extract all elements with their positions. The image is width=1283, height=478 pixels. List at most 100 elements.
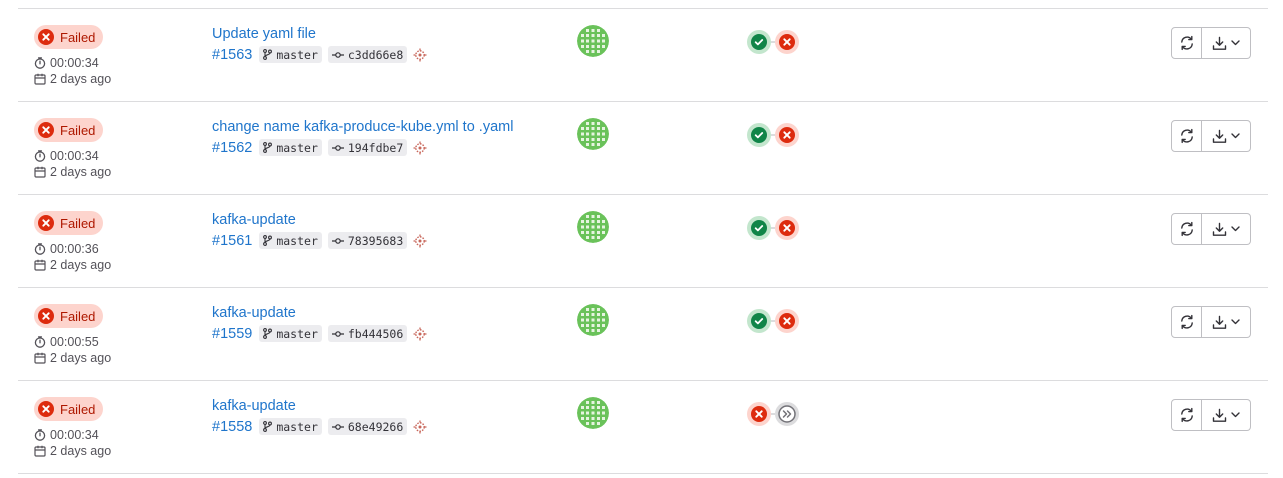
- avatar[interactable]: [577, 304, 609, 336]
- pipeline-stages: [747, 123, 799, 147]
- stage-success[interactable]: [747, 30, 771, 54]
- status-failed-icon: [779, 127, 795, 143]
- finished-at: 2 days ago: [34, 164, 184, 180]
- branch-tag[interactable]: master: [259, 46, 322, 63]
- commit-title-link[interactable]: change name kafka-produce-kube.yml to .y…: [212, 118, 513, 136]
- status-skipped-icon: [778, 405, 796, 423]
- finished-text: 2 days ago: [50, 444, 112, 458]
- download-artifacts-dropdown[interactable]: [1202, 120, 1251, 152]
- commit-title-link[interactable]: Update yaml file: [212, 25, 427, 43]
- avatar[interactable]: [577, 397, 609, 429]
- commit-sha: fb444506: [347, 326, 404, 341]
- stage-success[interactable]: [747, 309, 771, 333]
- commit-title-link[interactable]: kafka-update: [212, 211, 427, 229]
- commit-sha: c3dd66e8: [347, 47, 404, 62]
- pipeline-info: kafka-update #1561 master 78395683: [212, 211, 427, 249]
- duration-text: 00:00:55: [50, 335, 99, 349]
- status-failed-icon: [38, 401, 54, 417]
- row-actions: [1171, 306, 1251, 338]
- status-success-icon: [751, 220, 767, 236]
- trigger-icon[interactable]: [413, 234, 427, 248]
- status-failed-icon: [779, 220, 795, 236]
- status-failed-icon: [38, 308, 54, 324]
- trigger-icon[interactable]: [413, 48, 427, 62]
- stage-failed[interactable]: [775, 30, 799, 54]
- calendar-icon: [34, 445, 46, 457]
- status-badge[interactable]: Failed: [34, 304, 104, 328]
- triggerer-cell: [577, 25, 609, 62]
- download-icon: [1212, 315, 1227, 329]
- duration-text: 00:00:34: [50, 149, 99, 163]
- pipeline-id-link[interactable]: #1559: [212, 326, 252, 342]
- commit-sha-tag[interactable]: 78395683: [327, 232, 408, 249]
- trigger-icon[interactable]: [413, 420, 427, 434]
- stage-skipped[interactable]: [775, 402, 799, 426]
- status-failed-icon: [38, 215, 54, 231]
- retry-button[interactable]: [1171, 399, 1202, 431]
- commit-sha-tag[interactable]: 68e49266: [327, 418, 408, 435]
- duration: 00:00:34: [34, 55, 184, 71]
- retry-button[interactable]: [1171, 213, 1202, 245]
- avatar[interactable]: [577, 25, 609, 57]
- row-actions: [1171, 120, 1251, 152]
- download-artifacts-dropdown[interactable]: [1202, 213, 1251, 245]
- trigger-icon[interactable]: [413, 327, 427, 341]
- branch-tag[interactable]: master: [259, 418, 322, 435]
- download-artifacts-dropdown[interactable]: [1202, 306, 1251, 338]
- stage-failed[interactable]: [775, 309, 799, 333]
- commit-title-link[interactable]: kafka-update: [212, 397, 427, 415]
- duration: 00:00:34: [34, 427, 184, 443]
- pipeline-row: Failed 00:00:55 2 days ago kafka-update …: [18, 288, 1268, 381]
- commit-sha-tag[interactable]: fb444506: [327, 325, 408, 342]
- stage-failed[interactable]: [775, 216, 799, 240]
- pipeline-id-link[interactable]: #1558: [212, 419, 252, 435]
- commit-sha-tag[interactable]: 194fdbe7: [327, 139, 408, 156]
- stage-success[interactable]: [747, 216, 771, 240]
- status-cell: Failed 00:00:34 2 days ago: [34, 118, 184, 180]
- commit-icon: [331, 237, 344, 244]
- download-icon: [1212, 222, 1227, 236]
- calendar-icon: [34, 166, 46, 178]
- pipeline-info: Update yaml file #1563 master c3dd66e8: [212, 25, 427, 63]
- status-badge[interactable]: Failed: [34, 118, 104, 142]
- triggerer-cell: [577, 118, 609, 155]
- branch-tag[interactable]: master: [259, 325, 322, 342]
- finished-at: 2 days ago: [34, 443, 184, 459]
- commit-title-link[interactable]: kafka-update: [212, 304, 427, 322]
- retry-icon: [1180, 407, 1193, 423]
- commit-icon: [331, 330, 344, 337]
- chevron-down-icon: [1231, 40, 1240, 46]
- pipeline-id-link[interactable]: #1563: [212, 47, 252, 63]
- commit-sha-tag[interactable]: c3dd66e8: [327, 46, 408, 63]
- branch-name: master: [276, 233, 318, 248]
- status-badge[interactable]: Failed: [34, 397, 104, 421]
- retry-button[interactable]: [1171, 306, 1202, 338]
- stage-success[interactable]: [747, 123, 771, 147]
- duration: 00:00:55: [34, 334, 184, 350]
- branch-name: master: [276, 140, 318, 155]
- status-failed-icon: [38, 29, 54, 45]
- retry-button[interactable]: [1171, 120, 1202, 152]
- row-actions: [1171, 213, 1251, 245]
- avatar[interactable]: [577, 118, 609, 150]
- retry-icon: [1180, 314, 1193, 330]
- stage-failed[interactable]: [747, 402, 771, 426]
- trigger-icon[interactable]: [413, 141, 427, 155]
- pipelines-table: Failed 00:00:34 2 days ago Update yaml f…: [18, 8, 1268, 474]
- pipeline-row: Failed 00:00:34 2 days ago change name k…: [18, 102, 1268, 195]
- avatar[interactable]: [577, 211, 609, 243]
- pipeline-id-link[interactable]: #1562: [212, 140, 252, 156]
- stage-failed[interactable]: [775, 123, 799, 147]
- branch-tag[interactable]: master: [259, 232, 322, 249]
- pipeline-row: Failed 00:00:36 2 days ago kafka-update …: [18, 195, 1268, 288]
- pipeline-id-link[interactable]: #1561: [212, 233, 252, 249]
- download-artifacts-dropdown[interactable]: [1202, 399, 1251, 431]
- status-badge[interactable]: Failed: [34, 211, 104, 235]
- branch-tag[interactable]: master: [259, 139, 322, 156]
- status-badge[interactable]: Failed: [34, 25, 104, 49]
- status-label: Failed: [60, 122, 96, 138]
- commit-sha: 68e49266: [347, 419, 404, 434]
- download-artifacts-dropdown[interactable]: [1202, 27, 1251, 59]
- pipeline-stages: [747, 309, 799, 333]
- retry-button[interactable]: [1171, 27, 1202, 59]
